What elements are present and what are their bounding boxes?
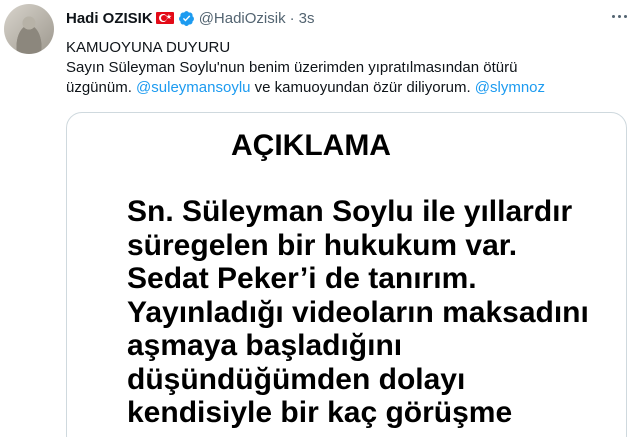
mention-link[interactable]: @suleymansoylu	[136, 79, 250, 96]
image-text-line: Sn. Süleyman Soylu ile yıllardır	[127, 195, 573, 228]
more-dot	[618, 14, 621, 18]
tweet-text-line: Sayın Süleyman Soylu'nun benim üzerimden…	[66, 59, 518, 76]
tweet[interactable]: Hadi OZISIK ★ @HadiOzisik · 3s KAMUOYUNA…	[0, 0, 640, 437]
image-title: AÇIKLAMA	[231, 129, 391, 162]
image-text-line: aşmaya başladığını	[127, 329, 403, 362]
tweet-header: Hadi OZISIK ★ @HadiOzisik · 3s	[66, 8, 314, 28]
image-text-line: kendisiyle bir kaç görüşme	[127, 396, 513, 429]
avatar[interactable]	[4, 4, 54, 54]
tweet-timestamp[interactable]: 3s	[299, 10, 315, 27]
image-text-line: süregelen bir hukukum var.	[127, 228, 518, 262]
separator-dot: ·	[289, 9, 295, 27]
tweet-text-fragment: ve kamuoyundan özür diliyorum.	[250, 79, 475, 96]
verified-badge-icon	[178, 10, 194, 26]
author-name[interactable]: Hadi OZISIK	[66, 10, 153, 27]
image-text-line: Yayınladığı videoların maksadını	[127, 295, 589, 329]
image-text-line: düşündüğümden dolayı	[127, 362, 466, 396]
tweet-text-line: üzgünüm. @suleymansoylu ve kamuoyundan ö…	[66, 78, 626, 98]
image-text-body: Sn. Süleyman Soylu ile yıllardır süregel…	[127, 195, 589, 430]
tweet-media-image[interactable]: AÇIKLAMA Sn. Süleyman Soylu ile yıllardı…	[66, 112, 627, 437]
mention-link[interactable]: @slymnoz	[475, 79, 545, 96]
more-dot	[624, 14, 627, 18]
turkey-flag-icon: ★	[155, 12, 174, 24]
author-handle[interactable]: @HadiOzisik	[199, 10, 286, 27]
tweet-text-line: KAMUOYUNA DUYURU	[66, 39, 231, 56]
more-options-icon[interactable]	[612, 8, 632, 24]
more-dot	[612, 14, 615, 18]
image-text-line: Sedat Peker’i de tanırım.	[127, 262, 477, 295]
tweet-text: KAMUOYUNA DUYURU Sayın Süleyman Soylu'nu…	[66, 38, 626, 98]
tweet-text-fragment: üzgünüm.	[66, 79, 137, 96]
